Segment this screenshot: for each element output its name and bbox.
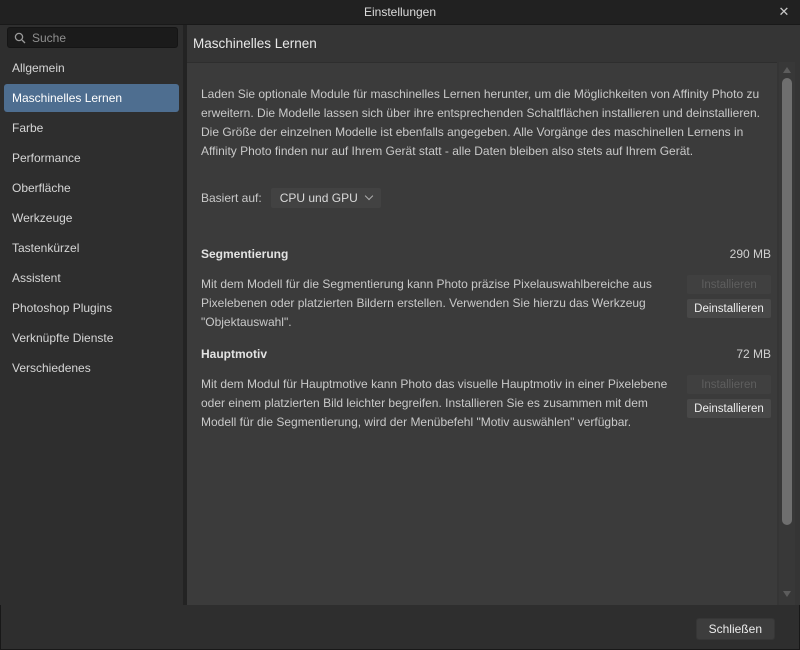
chevron-down-icon — [364, 191, 373, 201]
hauptmotiv-buttons: Installieren Deinstallieren — [687, 375, 771, 423]
scrollbar-thumb[interactable] — [782, 78, 792, 525]
sidebar: Allgemein Maschinelles Lernen Farbe Perf… — [0, 25, 183, 605]
sidebar-item-performance[interactable]: Performance — [4, 144, 179, 172]
sidebar-item-assistent[interactable]: Assistent — [4, 264, 179, 292]
main-panel: Maschinelles Lernen Laden Sie optionale … — [187, 25, 800, 605]
sidebar-item-label: Assistent — [12, 271, 61, 285]
uninstall-button[interactable]: Deinstallieren — [687, 299, 771, 318]
search-input[interactable] — [32, 30, 171, 45]
sidebar-item-oberflaeche[interactable]: Oberfläche — [4, 174, 179, 202]
model-size: 72 MB — [736, 347, 771, 361]
ml-settings-panel: Laden Sie optionale Module für maschinel… — [187, 62, 777, 605]
section-description: Mit dem Modul für Hauptmotive kann Photo… — [201, 377, 668, 429]
section-title: Segmentierung — [201, 247, 289, 261]
segmentierung-buttons: Installieren Deinstallieren — [687, 275, 771, 323]
sidebar-item-werkzeuge[interactable]: Werkzeuge — [4, 204, 179, 232]
scroll-up-icon[interactable] — [783, 67, 791, 73]
sidebar-item-photoshop-plugins[interactable]: Photoshop Plugins — [4, 294, 179, 322]
sidebar-item-label: Performance — [12, 151, 81, 165]
scrollbar[interactable] — [779, 62, 795, 605]
section-header-segmentierung: Segmentierung 290 MB — [201, 247, 771, 261]
close-button[interactable]: Schließen — [695, 618, 775, 640]
sidebar-item-verschiedenes[interactable]: Verschiedenes — [4, 354, 179, 382]
preferences-nav: Allgemein Maschinelles Lernen Farbe Perf… — [4, 54, 179, 384]
section-title: Hauptmotiv — [201, 347, 267, 361]
uninstall-button[interactable]: Deinstallieren — [687, 399, 771, 418]
sidebar-item-label: Photoshop Plugins — [12, 301, 113, 315]
window-title: Einstellungen — [363, 5, 437, 19]
search-box[interactable] — [7, 27, 178, 48]
page-title: Maschinelles Lernen — [193, 36, 317, 51]
sidebar-item-verknuepfte-dienste[interactable]: Verknüpfte Dienste — [4, 324, 179, 352]
sidebar-item-allgemein[interactable]: Allgemein — [4, 54, 179, 82]
close-icon[interactable]: ✕ — [775, 3, 793, 21]
sidebar-item-maschinelles-lernen[interactable]: Maschinelles Lernen — [4, 84, 179, 112]
hardware-select-value: CPU und GPU — [279, 191, 358, 205]
sidebar-item-label: Allgemein — [12, 61, 65, 75]
titlebar: Einstellungen ✕ — [0, 0, 800, 25]
section-header-hauptmotiv: Hauptmotiv 72 MB — [201, 347, 771, 361]
hardware-select[interactable]: CPU und GPU — [270, 188, 381, 208]
install-button: Installieren — [687, 375, 771, 394]
intro-text: Laden Sie optionale Module für maschinel… — [201, 87, 760, 158]
scroll-down-icon[interactable] — [783, 591, 791, 597]
install-button: Installieren — [687, 275, 771, 294]
search-icon — [14, 32, 26, 43]
based-on-row: Basiert auf: CPU und GPU — [201, 188, 381, 208]
section-description: Mit dem Modell für die Segmentierung kan… — [201, 277, 652, 329]
sidebar-item-label: Werkzeuge — [12, 211, 73, 225]
sidebar-item-label: Maschinelles Lernen — [12, 91, 123, 105]
sidebar-item-label: Tastenkürzel — [12, 241, 80, 255]
sidebar-item-label: Verknüpfte Dienste — [12, 331, 114, 345]
model-size: 290 MB — [729, 247, 771, 261]
sidebar-item-label: Oberfläche — [12, 181, 71, 195]
sidebar-item-farbe[interactable]: Farbe — [4, 114, 179, 142]
based-on-label: Basiert auf: — [201, 191, 262, 205]
sidebar-item-tastenkuerzel[interactable]: Tastenkürzel — [4, 234, 179, 262]
sidebar-item-label: Verschiedenes — [12, 361, 91, 375]
sidebar-item-label: Farbe — [12, 121, 44, 135]
preferences-window: { "window": { "title": "Einstellungen", … — [0, 0, 800, 650]
